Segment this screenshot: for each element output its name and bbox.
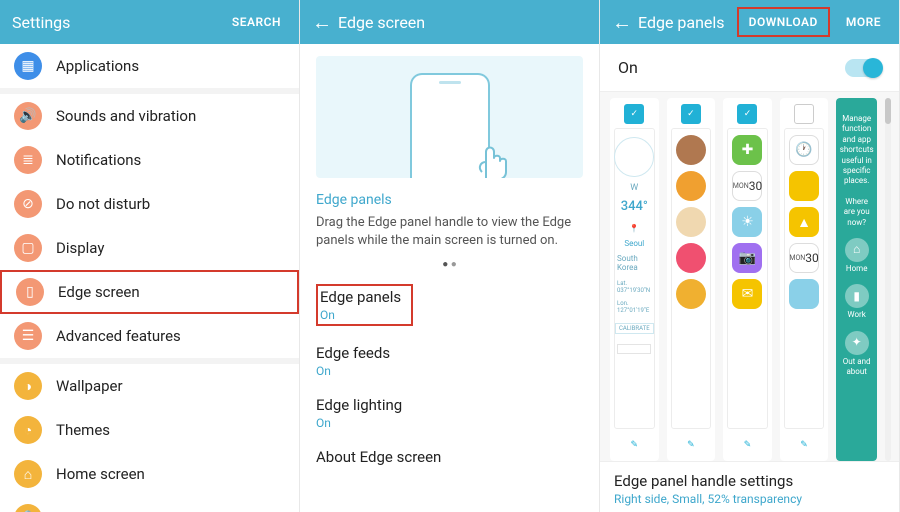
edge-item-edge-panels[interactable]: Edge panels On xyxy=(316,276,583,336)
edge-panels-illustration xyxy=(316,56,583,178)
edge-panels-gallery: ✓ W344°📍SeoulSouth KoreaLat. 037°19'30"NL… xyxy=(600,92,899,461)
settings-item-advanced-features[interactable]: ☰ Advanced features xyxy=(0,314,299,358)
settings-item-label: Edge screen xyxy=(58,283,140,301)
panel-checkbox[interactable]: ✓ xyxy=(737,104,757,124)
settings-item-do-not-disturb[interactable]: ⊘ Do not disturb xyxy=(0,182,299,226)
edge-item-sub: On xyxy=(320,308,401,322)
settings-item-label: Advanced features xyxy=(56,327,181,345)
panel-preview: 🕐▲MON30 xyxy=(784,128,825,429)
settings-item-edge-screen[interactable]: ▯ Edge screen xyxy=(0,270,299,314)
settings-item-label: Wallpaper xyxy=(56,377,123,395)
handle-settings-title: Edge panel handle settings xyxy=(614,472,885,490)
promo-btn-label: Home xyxy=(846,264,868,274)
settings-item-lock-screen-and-security[interactable]: 🔒Lock screen and security xyxy=(0,496,299,512)
promo-btn-icon: ⌂ xyxy=(845,238,869,262)
back-icon[interactable]: ← xyxy=(312,10,338,35)
promo-btn-icon: ▮ xyxy=(845,284,869,308)
grid-icon: ▦ xyxy=(14,52,42,80)
panel-checkbox[interactable] xyxy=(794,104,814,124)
edge-icon: ▯ xyxy=(16,278,44,306)
hand-icon xyxy=(466,128,514,178)
panel-card-compass[interactable]: ✓ W344°📍SeoulSouth KoreaLat. 037°19'30"NL… xyxy=(610,98,659,461)
edge-item-title: Edge feeds xyxy=(316,344,583,362)
pencil-icon[interactable]: ✎ xyxy=(735,433,759,457)
settings-item-applications[interactable]: ▦ Applications xyxy=(0,44,299,88)
adv-icon: ☰ xyxy=(14,322,42,350)
edge-screen-header: ← Edge screen xyxy=(300,0,599,44)
edge-item-about-edge-screen[interactable]: About Edge screen xyxy=(316,440,583,476)
panel-checkbox[interactable]: ✓ xyxy=(624,104,644,124)
settings-item-themes[interactable]: ◔ Themes xyxy=(0,408,299,452)
settings-item-label: Display xyxy=(56,239,104,257)
promo-btn-label: Work xyxy=(848,310,866,320)
settings-item-label: Sounds and vibration xyxy=(56,107,196,125)
panel-card-apps[interactable]: ✓ ✚MON30☀📷✉ ✎ xyxy=(723,98,772,461)
home-icon: ⌂ xyxy=(14,460,42,488)
settings-item-display[interactable]: ▢ Display xyxy=(0,226,299,270)
sound-icon: 🔊 xyxy=(14,102,42,130)
edge-panels-section-title: Edge panels xyxy=(316,192,583,208)
promo-btn-out-and-about[interactable]: ✦Out and about xyxy=(840,331,873,378)
settings-title: Settings xyxy=(12,13,216,32)
settings-item-wallpaper[interactable]: ◑ Wallpaper xyxy=(0,364,299,408)
edge-panels-section-desc: Drag the Edge panel handle to view the E… xyxy=(316,214,583,249)
toggle-label: On xyxy=(618,58,845,77)
settings-item-notifications[interactable]: ≣ Notifications xyxy=(0,138,299,182)
edge-panel-handle-settings[interactable]: Edge panel handle settings Right side, S… xyxy=(600,461,899,512)
display-icon: ▢ xyxy=(14,234,42,262)
edge-item-edge-lighting[interactable]: Edge lighting On xyxy=(316,388,583,440)
settings-item-home-screen[interactable]: ⌂ Home screen xyxy=(0,452,299,496)
promo-text-2: Where are you now? xyxy=(840,197,873,228)
panel-card-promo[interactable]: Manage function and app shortcuts useful… xyxy=(836,98,877,461)
handle-settings-sub: Right side, Small, 52% transparency xyxy=(614,492,885,506)
panel-preview xyxy=(671,128,712,429)
promo-text-1: Manage function and app shortcuts useful… xyxy=(840,114,874,187)
page-indicator: ● ● xyxy=(316,259,583,270)
edge-item-edge-feeds[interactable]: Edge feeds On xyxy=(316,336,583,388)
promo-btn-label: Out and about xyxy=(840,357,873,378)
wall-icon: ◑ xyxy=(14,372,42,400)
dnd-icon: ⊘ xyxy=(14,190,42,218)
edge-panels-toggle-row[interactable]: On xyxy=(600,44,899,92)
settings-item-label: Applications xyxy=(56,57,139,75)
theme-icon: ◔ xyxy=(14,416,42,444)
settings-header: Settings SEARCH xyxy=(0,0,299,44)
list-icon: ≣ xyxy=(14,146,42,174)
settings-item-label: Themes xyxy=(56,421,110,439)
panel-card-people[interactable]: ✓✎ xyxy=(667,98,716,461)
edge-item-title: About Edge screen xyxy=(316,448,583,466)
edge-item-title: Edge lighting xyxy=(316,396,583,414)
edge-item-sub: On xyxy=(316,364,583,378)
panel-checkbox[interactable]: ✓ xyxy=(681,104,701,124)
more-button[interactable]: MORE xyxy=(840,11,887,33)
search-button[interactable]: SEARCH xyxy=(226,11,287,33)
pencil-icon[interactable]: ✎ xyxy=(792,433,816,457)
settings-item-label: Home screen xyxy=(56,465,145,483)
lock-icon: 🔒 xyxy=(14,504,42,512)
settings-item-label: Notifications xyxy=(56,151,141,169)
pencil-icon[interactable]: ✎ xyxy=(622,433,646,457)
panel-preview: W344°📍SeoulSouth KoreaLat. 037°19'30"NLo… xyxy=(614,128,655,429)
panel-card-apps2[interactable]: 🕐▲MON30 ✎ xyxy=(780,98,829,461)
edge-panels-title: Edge panels xyxy=(638,13,727,32)
gallery-scrollbar[interactable] xyxy=(885,98,891,461)
settings-list: ▦ Applications 🔊 Sounds and vibration ≣ Notif… xyxy=(0,44,299,512)
promo-btn-icon: ✦ xyxy=(845,331,869,355)
panel-preview: ✚MON30☀📷✉ xyxy=(727,128,768,429)
settings-item-label: Do not disturb xyxy=(56,195,150,213)
edge-item-title: Edge panels xyxy=(320,288,401,306)
toggle-switch[interactable] xyxy=(845,59,881,77)
edge-panels-header: ← Edge panels DOWNLOAD MORE xyxy=(600,0,899,44)
promo-btn-home[interactable]: ⌂ Home xyxy=(845,238,869,274)
pencil-icon[interactable]: ✎ xyxy=(679,433,703,457)
promo-btn-work[interactable]: ▮ Work xyxy=(845,284,869,320)
edge-item-sub: On xyxy=(316,416,583,430)
settings-item-sounds-and-vibration[interactable]: 🔊 Sounds and vibration xyxy=(0,94,299,138)
back-icon[interactable]: ← xyxy=(612,10,638,35)
edge-screen-title: Edge screen xyxy=(338,13,587,32)
download-button[interactable]: DOWNLOAD xyxy=(737,7,830,37)
